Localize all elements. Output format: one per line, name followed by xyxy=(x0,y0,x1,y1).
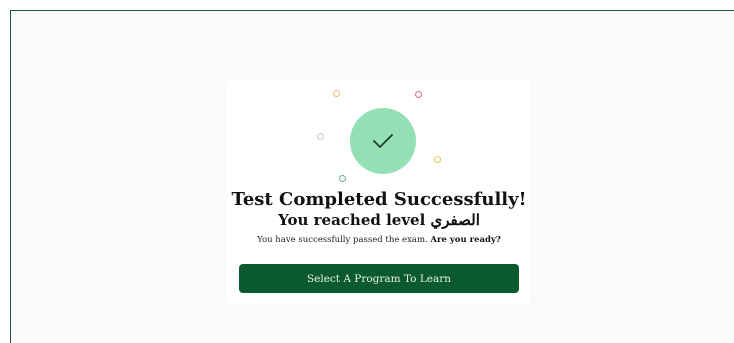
level-heading: You reached level الصفري xyxy=(227,211,531,229)
level-prefix: You reached level xyxy=(278,211,426,229)
select-program-button[interactable]: Select A Program To Learn xyxy=(239,264,519,293)
page-title: Test Completed Successfully! xyxy=(231,189,527,210)
confetti-dot-pink-icon xyxy=(415,91,422,98)
confetti-dot-orange-icon xyxy=(333,90,340,97)
page-frame: Test Completed Successfully! You reached… xyxy=(10,10,734,343)
success-message: You have successfully passed the exam. A… xyxy=(227,235,531,245)
checkmark-icon xyxy=(373,134,393,148)
confetti-dot-yellow-icon xyxy=(434,156,441,163)
success-check-badge xyxy=(350,108,416,174)
level-name: الصفري xyxy=(430,211,480,229)
message-emphasis: Are you ready? xyxy=(430,235,501,245)
confetti-dot-teal-icon xyxy=(339,175,346,182)
success-card: Test Completed Successfully! You reached… xyxy=(227,79,531,304)
confetti-dot-gray-icon xyxy=(317,133,324,140)
message-text: You have successfully passed the exam. xyxy=(257,235,428,245)
